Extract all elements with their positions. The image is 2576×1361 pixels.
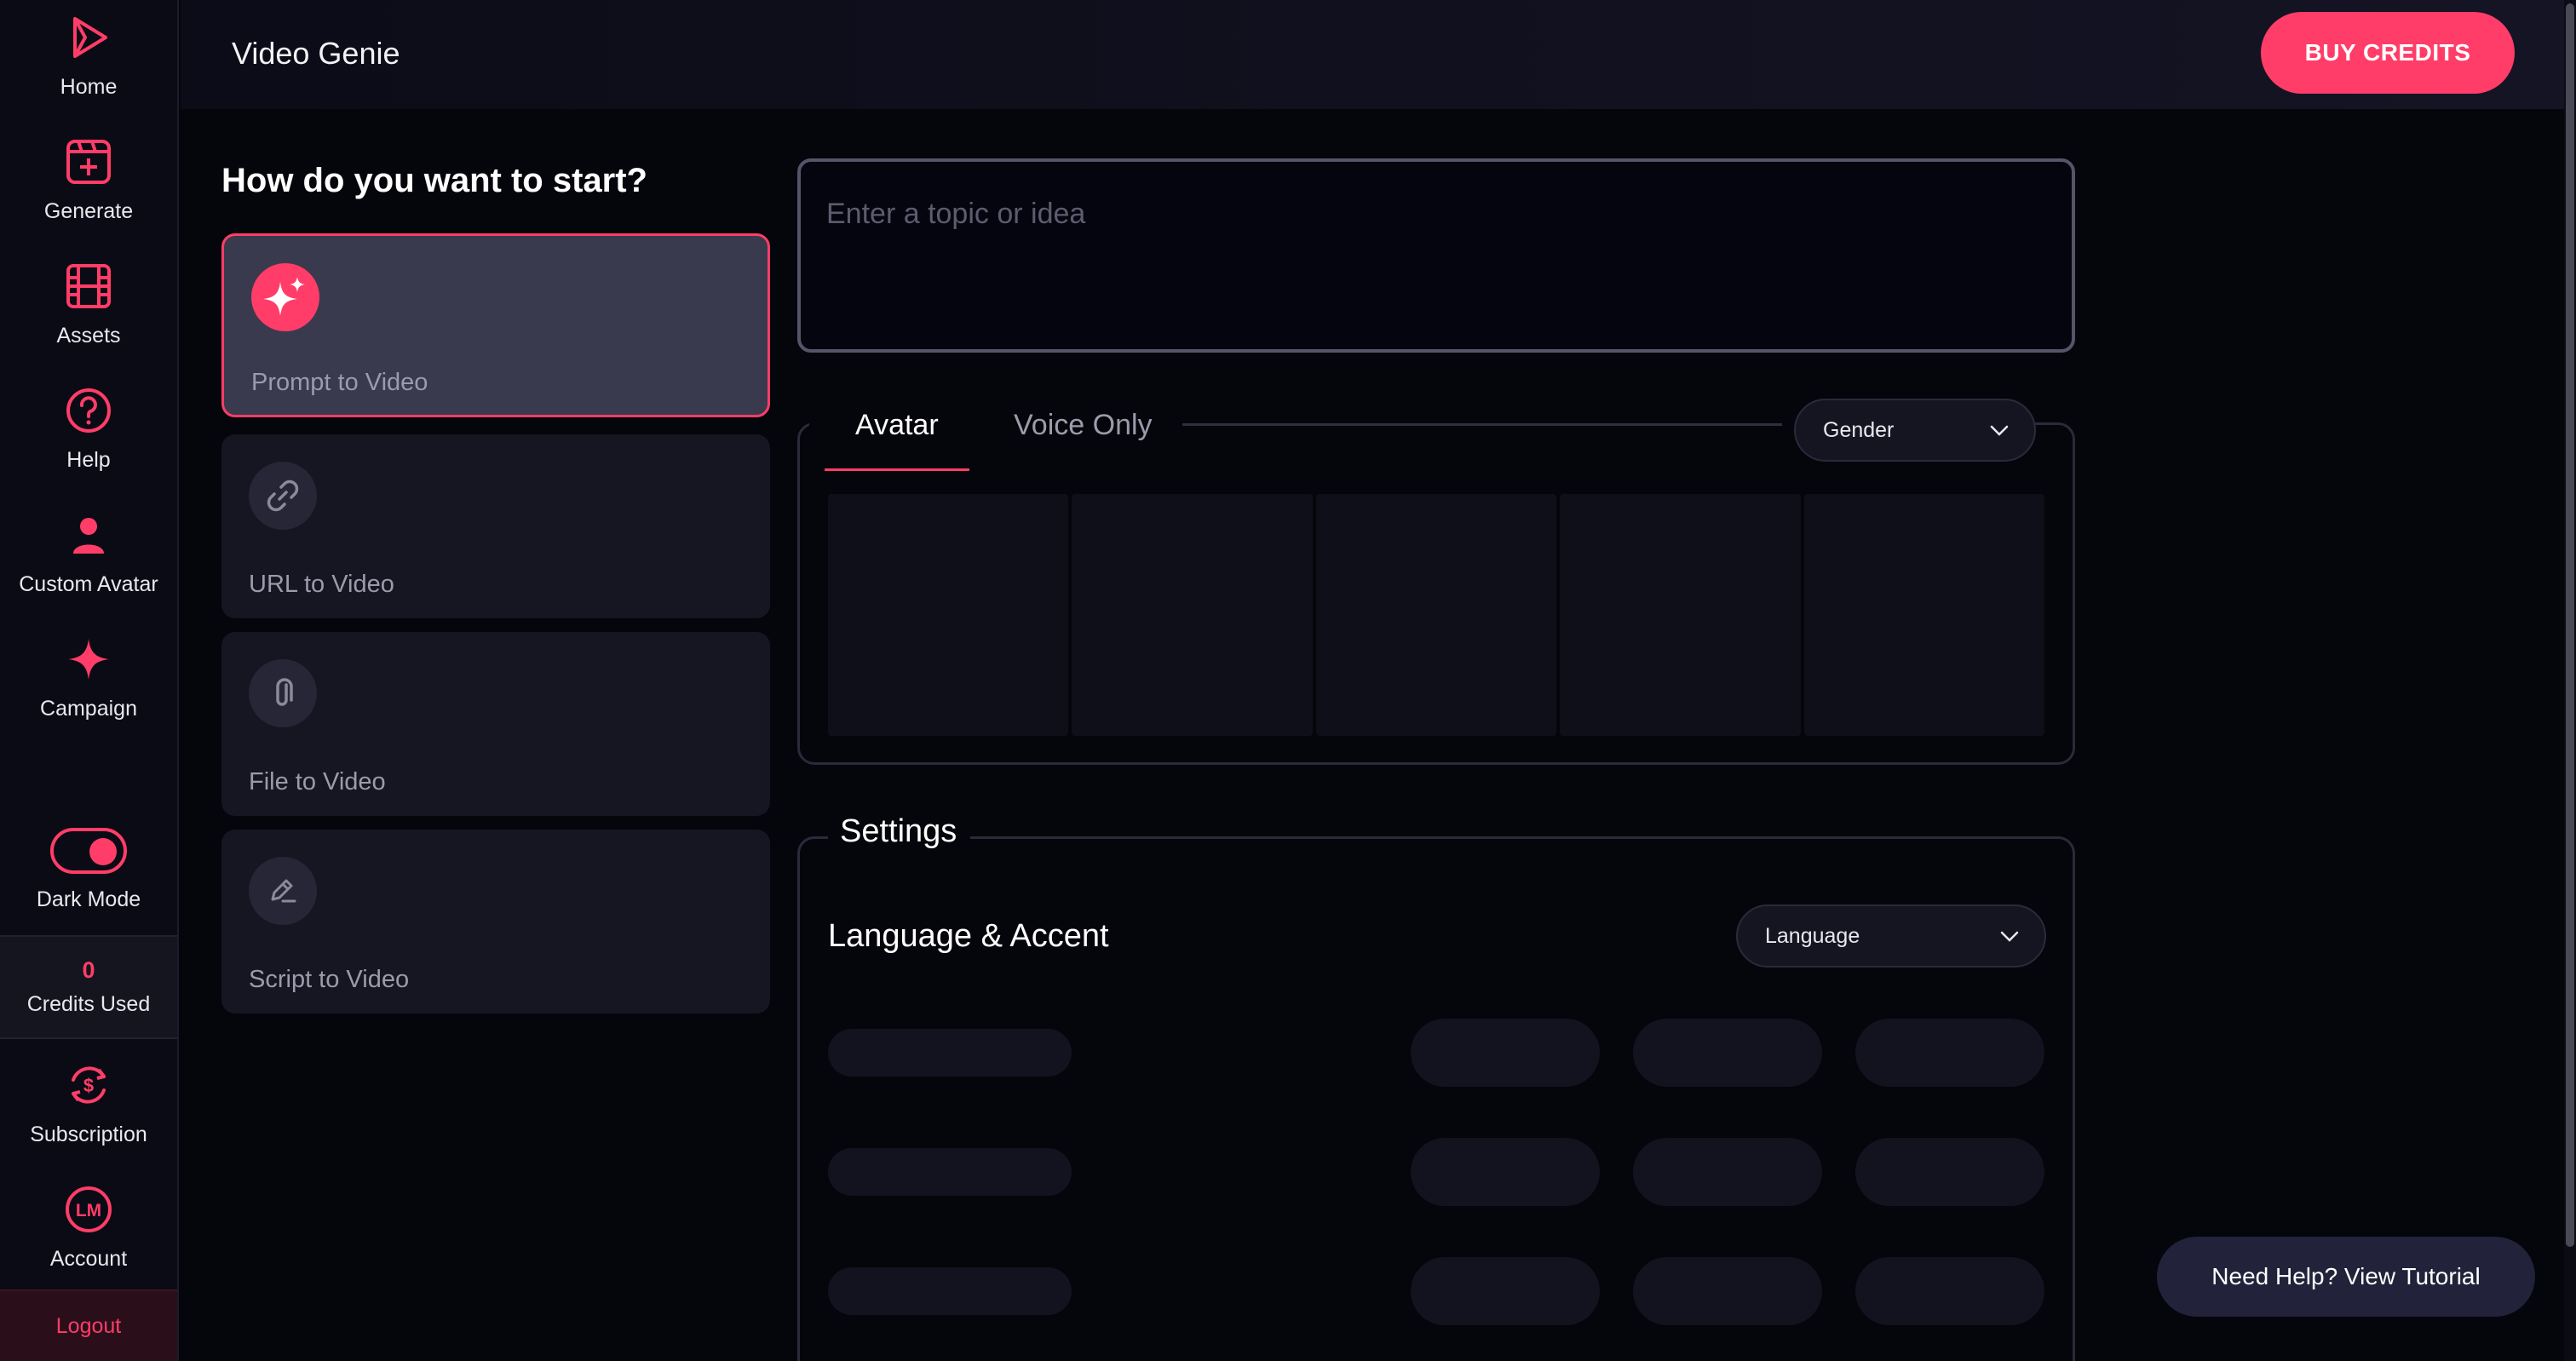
option-file-to-video[interactable]: File to Video [221,632,770,816]
skeleton-placeholder [1633,1138,1822,1206]
toggle-switch[interactable] [50,828,127,874]
skeleton-placeholder [1855,1019,2044,1087]
generate-icon [63,136,114,187]
topic-input-box [797,158,2075,353]
sidebar-item-label: Account [49,1247,128,1271]
option-label: Prompt to Video [251,369,428,396]
sidebar-item-generate[interactable]: Generate [0,136,177,256]
divider [1182,423,1782,426]
film-icon [63,261,114,312]
skeleton-placeholder [1633,1019,1822,1087]
option-label: URL to Video [249,571,394,598]
skeleton-placeholder [1855,1138,2044,1206]
skeleton-placeholder [1411,1138,1600,1206]
option-url-to-video[interactable]: URL to Video [221,434,770,618]
language-dropdown-label: Language [1765,923,1860,948]
sidebar-item-label: Subscription [30,1123,147,1146]
sidebar-item-subscription[interactable]: $ Subscription [0,1060,177,1179]
buy-credits-button[interactable]: BUY CREDITS [2261,12,2515,94]
avatar-card-placeholder[interactable] [828,494,1069,736]
credits-count: 0 [82,957,95,983]
option-prompt-to-video[interactable]: Prompt to Video [221,233,770,417]
scrollbar[interactable] [2564,0,2576,1361]
logout-button[interactable]: Logout [0,1289,177,1361]
link-icon [249,462,317,530]
skeleton-placeholder [828,1029,1072,1077]
sidebar: Home Generate Assets Help Custom Avatar [0,0,179,1361]
start-title: How do you want to start? [221,162,647,199]
sidebar-item-label: Campaign [40,697,137,721]
skeleton-placeholder [1411,1019,1600,1087]
page-title: Video Genie [232,36,400,71]
pencil-icon [249,857,317,925]
tab-voice-only[interactable]: Voice Only [1014,409,1153,442]
sidebar-item-custom-avatar[interactable]: Custom Avatar [0,509,177,629]
sidebar-item-assets[interactable]: Assets [0,261,177,380]
skeleton-placeholder [1633,1257,1822,1325]
tab-avatar[interactable]: Avatar [855,409,939,442]
sparkle-icon [63,634,114,685]
chevron-down-icon [2000,924,2019,949]
header: Video Genie BUY CREDITS [181,0,2566,109]
chevron-down-icon [1990,418,2009,443]
sparkle-icon [251,263,319,331]
avatar-card-placeholder[interactable] [1315,494,1557,736]
question-icon [63,385,114,436]
credits-label: Credits Used [26,992,151,1016]
gender-dropdown[interactable]: Gender [1794,399,2036,462]
settings-title: Settings [828,813,971,850]
sidebar-item-label: Generate [43,199,134,223]
sidebar-item-label: Custom Avatar [19,572,158,596]
svg-text:$: $ [83,1075,94,1096]
language-accent-title: Language & Accent [828,918,1109,954]
dollar-refresh-icon: $ [63,1060,114,1111]
paperclip-icon [249,659,317,727]
scrollbar-thumb[interactable] [2566,3,2574,1247]
skeleton-placeholder [828,1267,1072,1315]
option-label: Script to Video [249,966,410,993]
account-initials: LM [76,1201,101,1220]
gender-dropdown-label: Gender [1823,417,1895,442]
user-icon [63,509,114,560]
sidebar-item-campaign[interactable]: Campaign [0,634,177,753]
option-script-to-video[interactable]: Script to Video [221,830,770,1014]
topic-input[interactable] [826,198,2044,325]
play-icon [63,12,114,63]
sidebar-item-label: Assets [56,324,121,347]
language-dropdown[interactable]: Language [1736,904,2046,968]
skeleton-placeholder [1411,1257,1600,1325]
sidebar-item-account[interactable]: LM Account [0,1184,177,1303]
skeleton-placeholder [1855,1257,2044,1325]
sidebar-item-home[interactable]: Home [0,12,177,131]
option-label: File to Video [249,768,386,795]
sidebar-item-help[interactable]: Help [0,385,177,504]
skeleton-placeholder [828,1148,1072,1196]
avatar-card-placeholder[interactable] [1072,494,1313,736]
sidebar-item-label: Help [66,448,111,472]
avatar-card-placeholder[interactable] [1560,494,1801,736]
avatar-grid [828,494,2045,736]
dark-mode-label: Dark Mode [36,887,141,911]
avatar-card-placeholder[interactable] [1803,494,2045,736]
avatar: LM [63,1184,114,1235]
credits-used: 0 Credits Used [0,935,177,1039]
help-tutorial-button[interactable]: Need Help? View Tutorial [2157,1237,2535,1317]
sidebar-item-label: Home [60,75,118,99]
app-root: Home Generate Assets Help Custom Avatar [0,0,2576,1361]
active-tab-indicator [825,468,969,471]
dark-mode-toggle[interactable]: Dark Mode [0,828,177,922]
